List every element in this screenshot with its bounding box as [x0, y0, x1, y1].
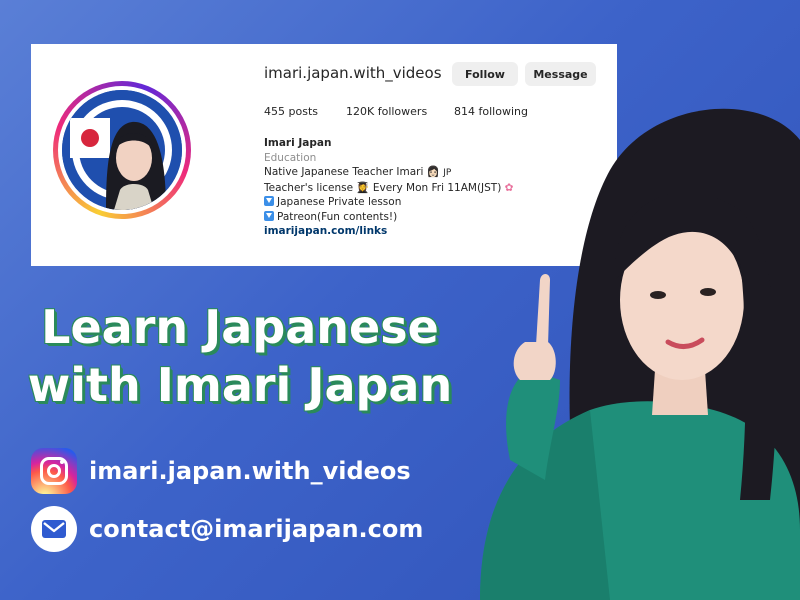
headline: Learn Japanese with Imari Japan [0, 298, 480, 414]
bio-line-4-text: Patreon(Fun contents!) [277, 210, 398, 223]
bio-line-3-text: Japanese Private lesson [277, 196, 402, 208]
headline-line-1: Learn Japanese [41, 300, 439, 354]
email-contact-row[interactable]: contact@imarijapan.com [31, 506, 423, 552]
down-arrow-box-icon [264, 196, 274, 206]
bio-line-2-text: Teacher's license [264, 181, 354, 194]
followers-stat[interactable]: 120K followers [346, 105, 454, 118]
instagram-contact-row[interactable]: imari.japan.with_videos [31, 448, 411, 494]
email-address: contact@imarijapan.com [89, 515, 424, 543]
posts-count: 455 [264, 105, 285, 118]
headline-line-2: with Imari Japan [27, 358, 453, 412]
bio-line-1-text: Native Japanese Teacher Imari [264, 166, 424, 178]
profile-avatar-ring[interactable] [53, 81, 191, 219]
teacher-emoji-icon: 👩🏻 [426, 166, 440, 178]
avatar-photo [62, 90, 182, 210]
followers-count: 120K [346, 105, 375, 118]
instagram-handle: imari.japan.with_videos [89, 457, 411, 485]
mail-icon [31, 506, 77, 552]
followers-label: followers [377, 105, 428, 118]
teacher-photo [480, 108, 800, 600]
profile-username: imari.japan.with_videos [264, 64, 442, 82]
avatar [62, 90, 182, 210]
down-arrow-box-icon [264, 210, 274, 221]
graduate-emoji-icon: 👩‍🎓 [356, 181, 370, 194]
instagram-icon [31, 448, 77, 494]
posts-stat[interactable]: 455 posts [264, 105, 346, 118]
posts-label: posts [288, 105, 319, 118]
